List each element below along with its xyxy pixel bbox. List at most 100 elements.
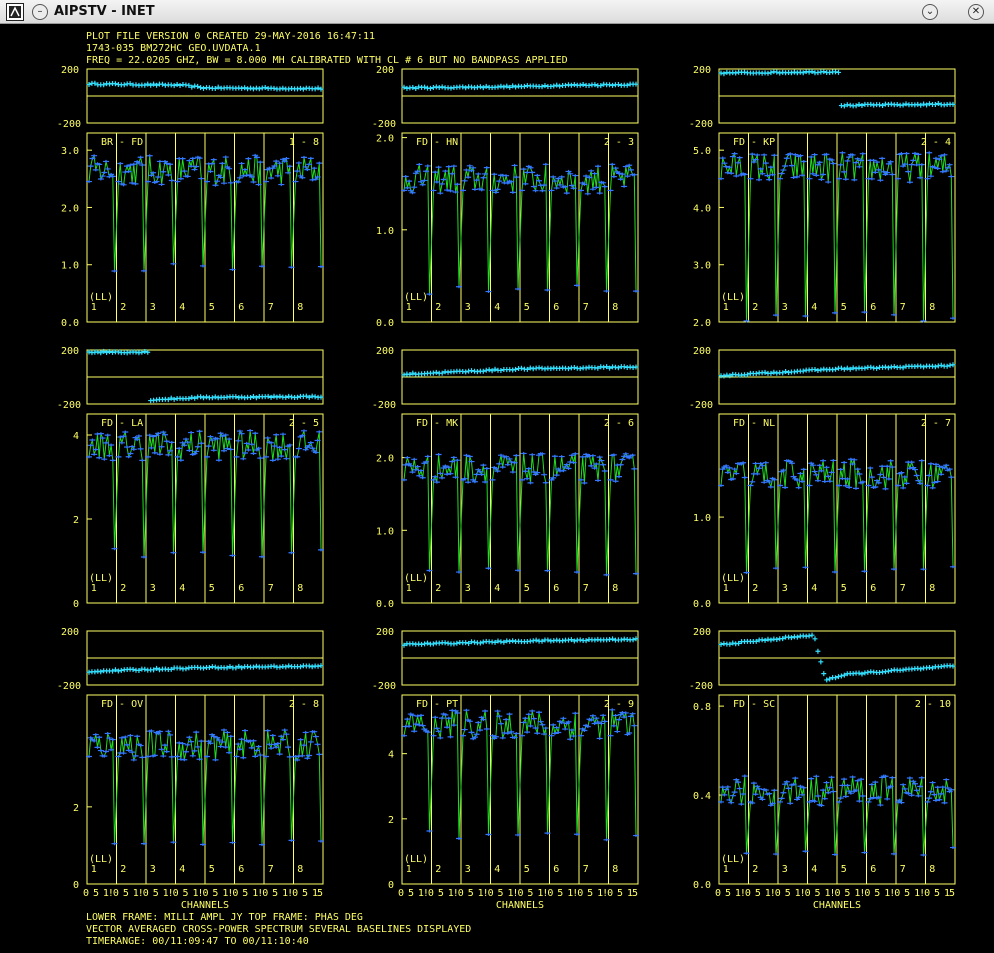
phase-point <box>859 671 865 677</box>
amplitude-point <box>404 456 411 460</box>
phase-point <box>201 85 207 91</box>
amplitude-point <box>432 170 439 174</box>
amplitude-point <box>285 745 292 749</box>
amplitude-point <box>872 780 879 784</box>
amplitude-point <box>435 452 442 456</box>
amplitude-point <box>825 180 832 184</box>
phase-point <box>551 83 557 89</box>
phase-point <box>577 82 583 88</box>
amplitude-point <box>210 158 217 162</box>
amplitude-point <box>198 739 205 743</box>
phase-point <box>174 81 180 87</box>
phase-point <box>177 82 183 88</box>
subband-label: 2 <box>752 864 758 875</box>
amplitude-point <box>616 718 622 722</box>
subband-label: 7 <box>583 302 589 313</box>
phase-point <box>768 637 774 643</box>
amplitude-point <box>839 151 846 155</box>
amplitude-point <box>527 481 534 485</box>
aips-app-icon[interactable] <box>6 3 24 21</box>
baseline-label: FD - PT <box>416 699 458 710</box>
amplitude-point <box>591 172 598 176</box>
amplitude-point <box>87 164 94 168</box>
phase-point <box>838 673 844 679</box>
antenna-numbers-label: 2 - 6 <box>604 418 634 429</box>
amplitude-tick-label: 0.0 <box>376 318 394 329</box>
phase-point <box>621 364 627 370</box>
amplitude-point <box>307 740 314 744</box>
phase-point <box>888 101 894 107</box>
amplitude-point <box>424 164 431 168</box>
amplitude-point <box>240 457 247 461</box>
amplitude-point <box>589 454 596 458</box>
amplitude-point <box>276 161 283 165</box>
amplitude-point <box>406 724 413 728</box>
antenna-numbers-label: 2 - 10 <box>915 699 951 710</box>
amplitude-point <box>188 431 195 435</box>
amplitude-point <box>948 175 955 179</box>
amplitude-point <box>240 756 247 760</box>
phase-point <box>274 394 280 400</box>
amplitude-point <box>109 458 116 462</box>
amplitude-point <box>480 176 487 180</box>
amplitude-tick-label: 2 <box>73 515 79 526</box>
amplitude-point <box>179 157 186 161</box>
amplitude-point <box>186 159 193 163</box>
phase-tick-label: -200 <box>372 119 396 130</box>
phase-point <box>250 86 256 92</box>
collapse-button[interactable]: ⌄ <box>922 4 938 20</box>
amplitude-point <box>539 723 546 727</box>
phase-point <box>239 394 245 400</box>
amplitude-point <box>859 794 866 798</box>
amplitude-point <box>416 162 423 166</box>
phase-point <box>868 101 874 107</box>
phase-point <box>271 85 277 91</box>
amplitude-point <box>125 748 132 752</box>
baseline-label: FD - NL <box>733 418 775 429</box>
window-titlebar[interactable]: – AIPSTV - INET ⌄ ✕ <box>0 0 994 24</box>
subband-label: 5 <box>841 583 847 594</box>
phase-point <box>271 393 277 399</box>
amplitude-point <box>841 461 848 465</box>
amplitude-point <box>312 735 319 739</box>
amplitude-point <box>450 455 457 459</box>
antenna-numbers-label: 2 - 8 <box>289 699 319 710</box>
phase-point <box>209 395 215 401</box>
minus-icon: – <box>37 6 43 17</box>
phase-point <box>577 366 583 372</box>
window-menu-button[interactable]: – <box>32 4 48 20</box>
amplitude-point <box>560 469 567 473</box>
close-icon: ✕ <box>971 6 981 17</box>
phase-point <box>439 84 445 90</box>
phase-points <box>718 362 956 379</box>
amplitude-point <box>91 154 98 158</box>
amplitude-point <box>929 486 936 490</box>
phase-point <box>233 394 239 400</box>
subband-label: 5 <box>524 864 530 875</box>
amplitude-point <box>186 449 193 453</box>
amplitude-point <box>139 755 146 759</box>
amplitude-tick-label: 0.0 <box>376 599 394 610</box>
phase-point <box>480 368 486 374</box>
phase-point <box>130 666 136 672</box>
antenna-numbers-label: 2 - 4 <box>921 137 951 148</box>
amplitude-point <box>610 724 617 728</box>
subband-label: 6 <box>238 864 244 875</box>
phase-point <box>177 665 183 671</box>
amplitude-point <box>122 430 129 434</box>
subband-label: 3 <box>782 864 788 875</box>
phase-point <box>615 82 621 88</box>
amplitude-point <box>304 756 311 760</box>
phase-tick-label: -200 <box>689 400 713 411</box>
antenna-numbers-label: 2 - 5 <box>289 418 319 429</box>
subband-label: 7 <box>900 583 906 594</box>
amplitude-point <box>877 472 884 476</box>
phase-point <box>277 393 283 399</box>
close-button[interactable]: ✕ <box>968 4 984 20</box>
amplitude-tick-label: 2.0 <box>693 318 711 329</box>
subband-label: 6 <box>870 302 876 313</box>
baseline-label: FD - LA <box>101 418 143 429</box>
amplitude-point <box>733 174 740 178</box>
phase-point <box>297 85 303 91</box>
phase-point <box>124 350 130 356</box>
